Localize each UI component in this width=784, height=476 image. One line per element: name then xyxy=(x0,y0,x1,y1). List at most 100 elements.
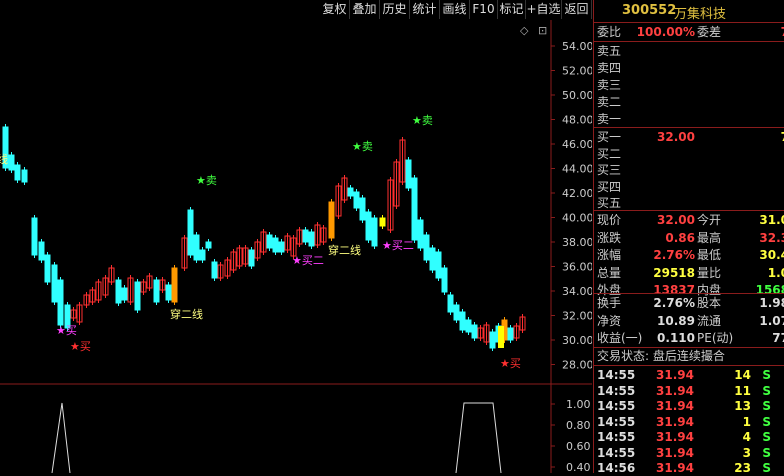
buy-level-label: 买一 xyxy=(597,130,622,144)
sell-level-row: 卖四 xyxy=(594,59,784,77)
candle-body xyxy=(153,279,160,303)
tick-time: 14:55 xyxy=(597,414,636,429)
cross-line-label: 线 xyxy=(0,152,8,166)
kline-chart[interactable]: ◇ ⊡ 54.00 52.00 50.00 48.00 46.00 44.00 42.00 40.… xyxy=(0,20,592,473)
sell-level-row: 卖五 xyxy=(594,42,784,60)
candle-body xyxy=(115,279,122,304)
candle-body xyxy=(435,251,442,279)
highlight-bar xyxy=(498,326,504,348)
buy-level-row: 买三 xyxy=(594,161,784,179)
price-axis-label: 30.00 xyxy=(562,334,592,347)
candle-body xyxy=(51,264,58,303)
stat-label: 涨跌 xyxy=(597,230,622,245)
candle-body xyxy=(379,217,386,227)
tick-price: 31.94 xyxy=(656,445,694,460)
candle-body xyxy=(405,159,412,189)
chart-toolbar: 复权 叠加 历史 统计 画线 F10 标记 +自选 返回 xyxy=(0,0,592,20)
buy-level-price: 32.00 xyxy=(657,130,695,144)
tick-volume: 1 xyxy=(742,414,751,429)
sell-level-label: 卖一 xyxy=(597,112,622,126)
sell-signal-label: ★卖 xyxy=(412,114,433,127)
diamond-icon: ◇ xyxy=(520,24,529,37)
buy-signal-label: ★买 xyxy=(70,340,91,353)
stat-value: 2.76% xyxy=(653,248,695,262)
stat-row: 净资 10.89流通 1.07 xyxy=(594,312,784,330)
tick-price: 31.94 xyxy=(656,414,694,429)
stat-row: 换手 2.76%股本 1.98 xyxy=(594,294,784,312)
toolbar-button-8[interactable]: 返回 xyxy=(562,0,592,19)
candle-body xyxy=(165,284,172,301)
stat-value: 29518 xyxy=(653,265,695,280)
price-axis-label: 34.00 xyxy=(562,285,592,298)
candle-body xyxy=(328,201,335,239)
candle-body xyxy=(459,311,466,331)
stat-value: 32.3 xyxy=(759,230,784,245)
candle-body xyxy=(347,187,354,197)
sell-level-row: 卖三 xyxy=(594,76,784,94)
toolbar-button-3[interactable]: 统计 xyxy=(410,0,440,19)
tick-price: 31.94 xyxy=(656,383,694,398)
sell-signal-label: ★卖 xyxy=(196,174,217,187)
stat-value: 77 xyxy=(772,331,784,345)
stat-value: 31.0 xyxy=(759,213,784,227)
tick-price: 31.94 xyxy=(656,399,694,413)
toolbar-button-7[interactable]: +自选 xyxy=(526,0,562,19)
toolbar-button-2[interactable]: 历史 xyxy=(380,0,410,19)
candle-body xyxy=(21,169,28,183)
stock-code: 300552 xyxy=(622,3,677,18)
stat-value: 1.07 xyxy=(759,313,784,328)
toolbar-button-5[interactable]: F10 xyxy=(470,0,498,19)
tick-row: 14:55 31.94 14 S xyxy=(594,367,784,383)
toolbar-button-4[interactable]: 画线 xyxy=(440,0,470,19)
toolbar-button-1[interactable]: 叠加 xyxy=(350,0,380,19)
webi-value: 100.00% xyxy=(636,25,695,39)
buy-signal-label: ★买 xyxy=(56,324,77,337)
candle-body xyxy=(423,234,430,261)
tick-price: 31.94 xyxy=(656,461,694,475)
candle-body xyxy=(38,241,45,261)
stat-value: 32.00 xyxy=(657,213,695,227)
price-axis-label: 44.00 xyxy=(562,163,592,176)
candle-body xyxy=(371,217,378,247)
indicator-line xyxy=(455,402,502,473)
candle-body xyxy=(121,287,128,301)
indicator-axis-label: 1.00 xyxy=(566,398,591,411)
stat-label: 今开 xyxy=(697,213,722,227)
stat-label: 总量 xyxy=(597,265,622,280)
tick-volume: 11 xyxy=(734,383,751,398)
candle-body xyxy=(465,319,472,333)
price-axis-label: 46.00 xyxy=(562,138,592,151)
candle-body xyxy=(429,247,436,271)
stock-name: 万集科技 xyxy=(674,7,727,22)
candle-body xyxy=(365,211,372,241)
cross-line-label: 穿二线 xyxy=(170,307,203,321)
tick-row: 14:55 31.94 1 S xyxy=(594,414,784,430)
buy-level-volume: 7 xyxy=(781,128,784,146)
price-axis-label: 52.00 xyxy=(562,65,592,78)
candle-body xyxy=(248,249,255,267)
price-axis-label: 42.00 xyxy=(562,187,592,200)
buy-signal-label: ★买二 xyxy=(292,254,324,267)
price-axis-label: 36.00 xyxy=(562,261,592,274)
buy-level-label: 买四 xyxy=(597,179,622,194)
buy-level-row: 买二 xyxy=(594,145,784,163)
tick-volume: 4 xyxy=(742,430,751,444)
stat-label: 净资 xyxy=(597,313,622,328)
candle-body xyxy=(489,331,496,349)
tick-side: S xyxy=(762,430,771,444)
price-axis-label: 32.00 xyxy=(562,310,592,323)
stat-label: 股本 xyxy=(697,296,722,310)
toolbar-button-0[interactable]: 复权 xyxy=(320,0,350,19)
stat-value: 1.0 xyxy=(767,265,784,280)
weicha-value: 7 xyxy=(781,23,784,41)
tick-row: 14:56 31.94 23 S xyxy=(594,460,784,476)
price-axis-label: 40.00 xyxy=(562,212,592,225)
toolbar-button-6[interactable]: 标记 xyxy=(498,0,526,19)
tick-time: 14:55 xyxy=(597,430,636,444)
tick-volume: 14 xyxy=(734,368,751,382)
trade-status: 交易状态: 盘后连续撮合 xyxy=(594,347,784,365)
tick-side: S xyxy=(762,399,771,413)
price-axis-label: 50.00 xyxy=(562,89,592,102)
buy-level-row: 买四 xyxy=(594,178,784,196)
price-axis-label: 54.00 xyxy=(562,40,592,53)
